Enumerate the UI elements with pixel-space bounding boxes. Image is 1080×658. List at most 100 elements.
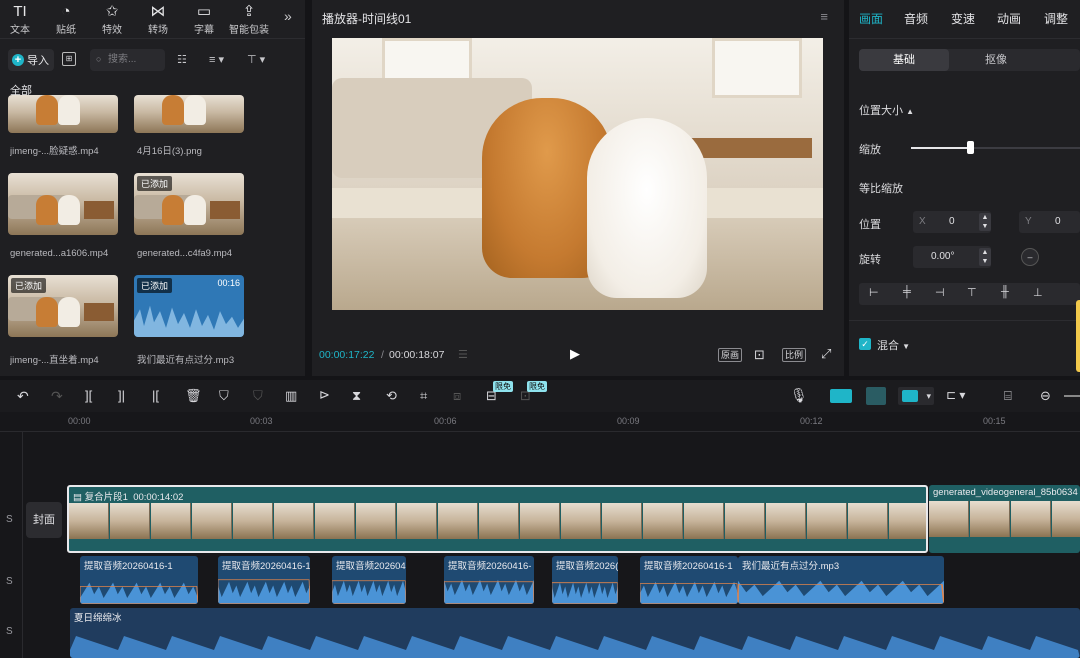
align-right-icon[interactable]: ⊣	[935, 286, 945, 299]
editor-app: TI 文本 ◔ 贴纸 ✩ 特效 ⋈ 转场 ▭ 字幕 ⇪ 智能包装 » + 导入 ⊞ 搜索...…	[0, 0, 1080, 658]
music-clip[interactable]: 夏日绵绵冰	[70, 608, 1080, 658]
play-circle-icon[interactable]: ⊳	[319, 387, 330, 403]
split-icon[interactable]: ][	[85, 388, 92, 403]
split-right-icon[interactable]: |[	[152, 388, 159, 403]
align-left-icon[interactable]: ⊢	[869, 286, 879, 299]
filter-icon[interactable]: ⊤ ▾	[247, 53, 265, 66]
video-preview[interactable]	[332, 38, 823, 310]
audio-clip[interactable]: 提取音频20260416-1	[80, 556, 198, 604]
media-thumb-5[interactable]: 已添加	[8, 275, 118, 337]
align-center-h-icon[interactable]: ╪	[903, 286, 911, 298]
mirror-icon[interactable]: ⧗	[352, 388, 361, 404]
media-caption: generated...a1606.mp4	[10, 248, 109, 259]
toolbar-effects[interactable]: ✩ 特效	[92, 3, 132, 36]
position-y-field[interactable]: Y 0	[1019, 211, 1080, 233]
audio-clip[interactable]: 我们最近有点过分.mp3	[738, 556, 944, 604]
track-lock[interactable]: S	[6, 626, 13, 637]
toolbar-sticker[interactable]: ◔ 贴纸	[46, 3, 86, 36]
tab-speed[interactable]: 变速	[951, 10, 975, 27]
delete-icon[interactable]: 🗑	[185, 388, 202, 404]
divider	[849, 320, 1080, 321]
snap-toggle[interactable]	[866, 387, 886, 405]
zoom-out-icon[interactable]: ⊖	[1040, 388, 1051, 404]
media-thumb-4[interactable]: 已添加	[134, 173, 244, 235]
tab-audio[interactable]: 音频	[904, 10, 928, 27]
align-center-v-icon[interactable]: ╫	[1001, 286, 1009, 298]
stepper-icon[interactable]: ▲ ▼	[979, 213, 991, 231]
undo-icon[interactable]: ↶	[17, 388, 29, 405]
ratio-button[interactable]: 比例	[782, 348, 807, 362]
shield-icon[interactable]: ⛉	[219, 388, 229, 404]
crop-icon[interactable]: ⌗	[420, 388, 427, 404]
filmstrip-frame	[684, 503, 724, 539]
toolbar-smart-pack[interactable]: ⇪ 智能包装	[228, 3, 270, 36]
rotate-dial-icon[interactable]: –	[1021, 248, 1039, 266]
clip-label: 夏日绵绵冰	[74, 613, 122, 624]
link-toggle[interactable]	[830, 389, 852, 403]
audio-clip[interactable]: 提取音频202604	[332, 556, 406, 604]
frame-icon[interactable]: ⧈	[453, 388, 461, 404]
media-thumb-2[interactable]	[134, 95, 244, 133]
media-thumb-3[interactable]	[8, 173, 118, 235]
audio-clip[interactable]: 提取音频20260416-1	[218, 556, 310, 604]
sort-icon[interactable]: ≡ ▾	[209, 53, 224, 66]
redo-icon[interactable]: ↷	[51, 388, 63, 405]
caret-down-icon: ▼	[902, 342, 910, 351]
filmstrip-frame	[561, 503, 601, 539]
media-thumb-audio[interactable]: 已添加 00:16	[134, 275, 244, 337]
blend-checkbox[interactable]: ✓	[859, 338, 871, 350]
toolbar-transition[interactable]: ⋈ 转场	[138, 3, 178, 36]
audio-clip[interactable]: 提取音频2026(	[552, 556, 618, 604]
original-quality-button[interactable]: 原画	[718, 348, 743, 362]
thumbnail-icon[interactable]: ⌸	[1004, 388, 1012, 404]
media-thumb-1[interactable]	[8, 95, 118, 133]
qr-icon[interactable]: ⊞	[62, 52, 76, 66]
align-icon[interactable]: ⊏ ▾	[946, 388, 965, 402]
seg-basic[interactable]: 基础	[859, 49, 949, 71]
cover-button[interactable]: 封面	[26, 502, 62, 538]
more-icon[interactable]: »	[284, 8, 292, 24]
waveform	[80, 582, 198, 604]
align-bottom-icon[interactable]: ⊥	[1033, 286, 1043, 299]
fullscreen-icon[interactable]: ⤢	[821, 346, 831, 362]
tab-adjust[interactable]: 调整	[1044, 10, 1068, 27]
ruler-tick: 00:12	[800, 416, 823, 426]
rotate-field[interactable]: 0.00° ▲ ▼	[913, 246, 991, 268]
toolbar-subtitle[interactable]: ▭ 字幕	[184, 3, 224, 36]
microphone-icon[interactable]: 🎙	[790, 387, 808, 404]
filmstrip-frame	[315, 503, 355, 539]
import-button[interactable]: + 导入	[8, 49, 54, 71]
section-position-size[interactable]: 位置大小 ▲	[859, 102, 914, 118]
split-left-icon[interactable]: ]|	[118, 388, 125, 403]
compound-clip[interactable]: ▤ 复合片段1 00:00:14:02	[67, 485, 928, 553]
freeze-icon[interactable]: ▥	[285, 388, 297, 404]
seg-cutout[interactable]: 抠像	[951, 49, 1041, 71]
track-lock[interactable]: S	[6, 514, 13, 525]
shield-outline-icon[interactable]: ⛉	[253, 388, 263, 404]
text-icon: TI	[13, 3, 27, 20]
segmented-control: 基础 抠像	[859, 49, 1080, 71]
filmstrip-frame	[766, 503, 806, 539]
align-top-icon[interactable]: ⊤	[967, 286, 977, 299]
play-icon[interactable]: ▶	[570, 346, 580, 362]
rotate-icon[interactable]: ⟲	[386, 388, 397, 404]
position-x-field[interactable]: X 0 ▲ ▼	[913, 211, 991, 233]
tab-picture[interactable]: 画面	[859, 10, 883, 27]
fit-icon[interactable]: ⊡	[754, 347, 765, 363]
tab-animation[interactable]: 动画	[997, 10, 1021, 27]
toolbar-text[interactable]: TI 文本	[0, 3, 40, 36]
track-lock[interactable]: S	[6, 576, 13, 587]
side-handle[interactable]	[1076, 300, 1080, 372]
audio-clip[interactable]: 提取音频20260416-1	[640, 556, 738, 604]
blend-label[interactable]: 混合 ▼	[877, 337, 910, 353]
view-toggle-icon[interactable]: ☷	[177, 53, 187, 66]
audio-clip[interactable]: 提取音频20260416-	[444, 556, 534, 604]
scale-slider-handle[interactable]	[967, 141, 975, 154]
time-ruler[interactable]: 00:00 00:03 00:06 00:09 00:12 00:15	[0, 412, 1080, 432]
marker-icon[interactable]: ☰	[458, 348, 468, 361]
video-clip[interactable]: generated_videogeneral_85b0634	[929, 485, 1080, 553]
menu-icon[interactable]: ≡	[820, 9, 828, 24]
stepper-icon[interactable]: ▲ ▼	[979, 248, 991, 266]
timeline-toolbar: ↶ ↷ ][ ]| |[ 🗑 ⛉ ⛉ ▥ ⊳ ⧗ ⟲ ⌗ ⧈ ⊟ 限免 ⊡ 限免…	[0, 380, 1080, 412]
zoom-slider[interactable]	[1064, 395, 1080, 397]
